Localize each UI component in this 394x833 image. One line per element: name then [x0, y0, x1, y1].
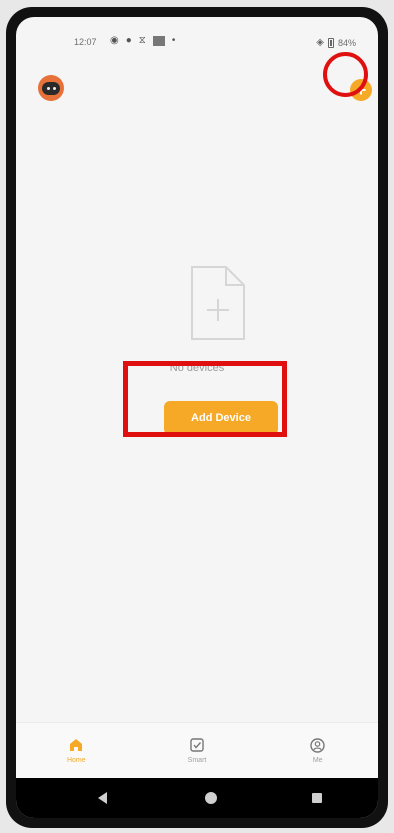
- avatar-eye-right: [52, 86, 56, 90]
- add-button[interactable]: +: [350, 79, 372, 101]
- file-plus-icon: [191, 266, 245, 340]
- screen: 12:07 ◉ ● ⧖ • ◈ 84% + No devices Add Dev…: [16, 17, 378, 818]
- more-dot-icon: •: [171, 35, 176, 46]
- person-circle-icon: [310, 737, 326, 753]
- tab-home[interactable]: Home: [16, 723, 137, 778]
- add-device-button[interactable]: Add Device: [164, 401, 278, 435]
- plus-circle-icon: +: [355, 80, 367, 100]
- bottom-tab-bar: Home Smart Me: [16, 722, 378, 778]
- robot-avatar-icon[interactable]: [38, 75, 64, 101]
- github-icon: ◉: [110, 35, 119, 46]
- empty-state-message: No devices: [169, 362, 225, 374]
- tab-smart[interactable]: Smart: [137, 723, 258, 778]
- recent-apps-icon[interactable]: [312, 793, 322, 803]
- home-circle-icon[interactable]: [205, 792, 217, 804]
- system-nav-bar: [16, 778, 378, 818]
- tab-me[interactable]: Me: [257, 723, 378, 778]
- checkbox-icon: [189, 737, 205, 753]
- battery-icon: [327, 37, 334, 48]
- avatar-face: [42, 81, 60, 95]
- phone-frame: 12:07 ◉ ● ⧖ • ◈ 84% + No devices Add Dev…: [6, 7, 388, 828]
- status-notification-icons: ◉ ● ⧖ •: [110, 35, 175, 47]
- nfc-icon: ⧖: [138, 35, 146, 46]
- status-right: ◈ 84%: [316, 37, 356, 48]
- tab-home-label: Home: [66, 757, 86, 764]
- back-icon[interactable]: [98, 792, 107, 804]
- notification-icon: ●: [125, 35, 132, 46]
- battery-percent: 84%: [337, 37, 356, 48]
- tab-smart-label: Smart: [187, 757, 207, 764]
- avatar-eye-left: [46, 86, 50, 90]
- status-time: 12:07: [74, 37, 97, 47]
- status-bar: 12:07 ◉ ● ⧖ • ◈ 84%: [16, 17, 378, 61]
- app-notification-icon: [152, 36, 165, 46]
- tab-me-label: Me: [312, 757, 323, 764]
- wifi-icon: ◈: [316, 37, 324, 48]
- home-icon: [68, 737, 84, 753]
